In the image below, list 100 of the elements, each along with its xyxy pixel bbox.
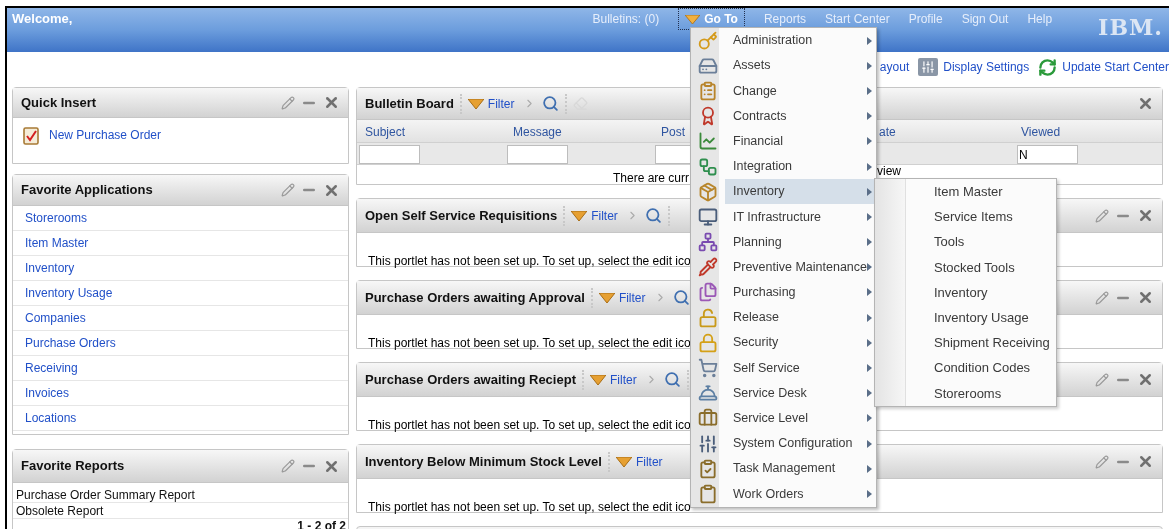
refresh-icon	[1038, 57, 1058, 77]
close-icon[interactable]	[1137, 95, 1154, 112]
search-icon[interactable]	[644, 207, 662, 224]
dropdown-icon	[685, 14, 701, 24]
search-icon[interactable]	[663, 371, 681, 388]
close-icon[interactable]	[1137, 289, 1154, 306]
application-link[interactable]: Inventory	[25, 259, 75, 277]
service-bell-icon	[698, 383, 718, 404]
menu-item[interactable]: Administration	[725, 28, 876, 54]
submenu-arrow-icon	[867, 187, 872, 196]
quick-insert-link[interactable]: New Purchase Order	[23, 126, 348, 145]
submenu-arrow-icon	[867, 112, 872, 121]
open-padlock-icon	[698, 307, 718, 328]
toolbar-link[interactable]: ayout	[879, 58, 910, 76]
edit-icon[interactable]	[1095, 208, 1109, 223]
application-link[interactable]: Companies	[25, 309, 86, 327]
filter-icon	[589, 374, 606, 385]
menu-item[interactable]: Release	[725, 305, 876, 331]
filter-button[interactable]: Filter	[615, 452, 663, 471]
package-icon	[698, 181, 718, 202]
filter-button[interactable]: Filter	[589, 370, 637, 389]
filter-button[interactable]: Filter	[571, 206, 618, 225]
menu-item[interactable]: System Configuration	[725, 431, 876, 457]
search-icon[interactable]	[541, 95, 559, 112]
toolbar-link[interactable]: Update Start Center	[1038, 57, 1169, 77]
search-icon[interactable]	[672, 289, 690, 306]
submenu-item[interactable]: Tools	[906, 229, 1056, 255]
application-link[interactable]: Inventory Usage	[25, 284, 113, 302]
menu-item[interactable]: Self Service	[725, 355, 876, 381]
submenu-arrow-icon	[867, 288, 872, 297]
report-link[interactable]: Obsolete Report	[16, 503, 104, 518]
sliders-icon	[918, 58, 939, 76]
submenu-arrow-icon	[867, 414, 872, 423]
filter-button[interactable]: Filter	[598, 288, 646, 307]
application-link[interactable]: Storerooms	[25, 209, 88, 227]
menu-item[interactable]: Task Management	[725, 456, 876, 482]
sliders-icon	[698, 433, 718, 454]
menu-item[interactable]: Service Level	[725, 405, 876, 431]
submenu-arrow-icon	[867, 439, 872, 448]
filter-button[interactable]: Filter	[467, 94, 515, 113]
submenu-item[interactable]: Storerooms	[906, 380, 1056, 406]
portlet-message: This portlet has not been set up. To set up, select the edit ico	[368, 336, 691, 350]
column-header: Post	[661, 125, 685, 139]
menu-item[interactable]: Work Orders	[725, 481, 876, 507]
menu-item[interactable]: Integration	[725, 153, 876, 180]
network-icon	[698, 232, 718, 253]
edit-icon[interactable]	[281, 95, 295, 110]
filter-field[interactable]: N	[1017, 145, 1078, 164]
menu-item[interactable]: Change	[725, 78, 876, 104]
submenu-arrow-icon	[867, 464, 872, 473]
application-link[interactable]: Locations	[25, 409, 77, 427]
filter-field[interactable]	[507, 145, 568, 164]
submenu-item[interactable]: Stocked Tools	[906, 254, 1056, 280]
message-text: There are curr	[612, 171, 689, 185]
monitor-icon	[698, 206, 718, 227]
close-icon[interactable]	[1137, 453, 1154, 470]
report-link[interactable]: Purchase Order Summary Report	[16, 487, 195, 502]
submenu-item[interactable]: Service Items	[906, 204, 1056, 230]
menu-item[interactable]: Planning	[725, 229, 876, 255]
menu-item[interactable]: IT Infrastructure	[725, 204, 876, 230]
toolbar-link[interactable]: Display Settings	[918, 58, 1030, 76]
filter-field[interactable]	[655, 145, 691, 164]
submenu-item[interactable]: Inventory Usage	[906, 305, 1056, 331]
submenu-arrow-icon	[867, 212, 872, 221]
panel-title: Favorite Reports	[20, 457, 125, 476]
clipboard-icon	[698, 80, 718, 101]
application-link[interactable]: Item Master	[25, 234, 89, 252]
submenu-item[interactable]: Shipment Receiving	[906, 330, 1056, 356]
menu-item[interactable]: Preventive Maintenance	[724, 254, 876, 280]
panel-title: Bulletin Board	[364, 94, 454, 113]
submenu-item[interactable]: Inventory	[906, 279, 1056, 306]
logo: IBM.	[1098, 13, 1163, 42]
edit-icon[interactable]	[281, 183, 295, 197]
menu-item[interactable]: Service Desk	[725, 380, 876, 406]
submenu-item[interactable]: Condition Codes	[906, 355, 1056, 381]
close-icon[interactable]	[323, 94, 340, 111]
submenu-item[interactable]: Item Master	[906, 179, 1056, 205]
menu-item[interactable]: Assets	[725, 53, 876, 79]
menu-item[interactable]: Contracts	[725, 103, 876, 129]
menu-item[interactable]: Financial	[725, 128, 876, 154]
submenu-arrow-icon	[867, 489, 872, 498]
submenu-arrow-icon	[867, 162, 872, 171]
application-link[interactable]: Invoices	[25, 384, 70, 402]
menu-item[interactable]: Security	[725, 330, 876, 356]
edit-icon[interactable]	[281, 459, 295, 473]
filter-icon	[571, 210, 588, 221]
application-link[interactable]: Purchase Orders	[25, 334, 116, 352]
column-header: Message	[513, 125, 562, 139]
menu-item[interactable]: Inventory	[725, 179, 876, 205]
edit-icon[interactable]	[1095, 454, 1109, 469]
menu-item[interactable]: Purchasing	[725, 279, 876, 306]
message-text: view	[877, 165, 901, 178]
application-link[interactable]: Receiving	[25, 359, 78, 377]
panel-title: Quick Insert	[20, 93, 97, 112]
edit-icon[interactable]	[1095, 372, 1109, 387]
close-icon[interactable]	[1137, 371, 1154, 388]
filter-field[interactable]	[359, 145, 420, 164]
close-icon[interactable]	[1137, 207, 1154, 224]
panel-title: Inventory Below Minimum Stock Level	[364, 452, 602, 471]
edit-icon[interactable]	[1095, 290, 1109, 305]
